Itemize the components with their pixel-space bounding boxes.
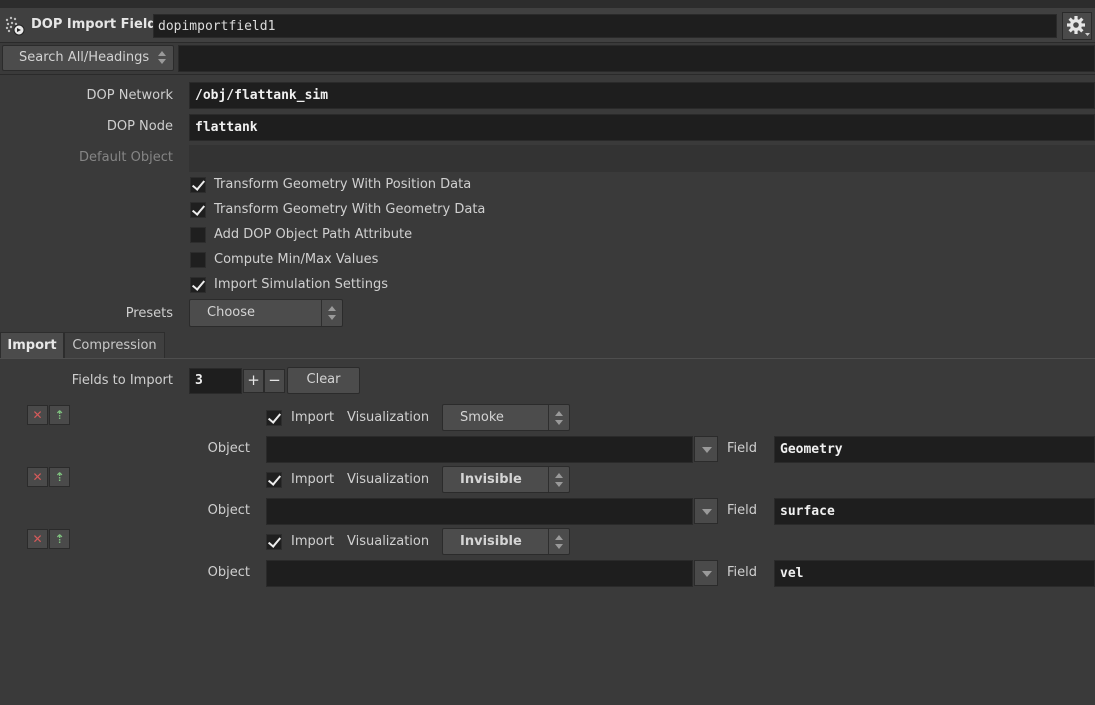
add-field-button[interactable]: + [243, 369, 264, 393]
node-type-label: DOP Import Fields [31, 17, 165, 32]
entry-visualization-value: Smoke [460, 410, 504, 425]
entry-visualization-menu[interactable]: Invisible [442, 466, 570, 493]
entry-visualization-value: Invisible [460, 534, 522, 549]
entry-field-field[interactable]: surface [774, 498, 1095, 525]
tab-import[interactable]: Import [0, 332, 64, 359]
toggle-compute-minmax-label: Compute Min/Max Values [214, 252, 379, 267]
entry-object-field[interactable] [266, 498, 693, 525]
menu-arrows-icon [548, 467, 569, 492]
entry-import-checkbox[interactable] [266, 410, 282, 426]
search-mode-arrows-icon [157, 50, 167, 66]
remove-entry-icon[interactable]: ✕ [27, 529, 48, 549]
move-up-icon[interactable]: ⇡ [49, 529, 70, 549]
toggle-add-path-attr-checkbox[interactable] [190, 227, 206, 243]
toggle-add-path-attr-label: Add DOP Object Path Attribute [214, 227, 413, 242]
entry-field-field[interactable]: Geometry [774, 436, 1095, 463]
menu-arrows-icon [548, 529, 569, 554]
presets-label: Presets [125, 306, 173, 321]
object-dropdown-icon[interactable] [694, 560, 718, 586]
entry-visualization-value: Invisible [460, 472, 522, 487]
dop-network-field[interactable]: /obj/flattank_sim [189, 82, 1095, 109]
presets-value: Choose [207, 305, 255, 320]
menu-arrows-icon [321, 300, 342, 326]
entry-field-label: Field [727, 503, 758, 518]
remove-entry-icon[interactable]: ✕ [27, 467, 48, 487]
entry-import-label: Import [291, 472, 335, 487]
entry-object-field[interactable] [266, 560, 693, 587]
node-type-icon [4, 15, 26, 37]
entry-field-label: Field [727, 565, 758, 580]
entry-object-field[interactable] [266, 436, 693, 463]
entry-import-label: Import [291, 410, 335, 425]
tab-divider [0, 358, 1095, 359]
entry-import-checkbox[interactable] [266, 472, 282, 488]
empty-panel-area [0, 600, 1095, 705]
entry-visualization-menu[interactable]: Smoke [442, 404, 570, 431]
toggle-transform-geometry-checkbox[interactable] [190, 202, 206, 218]
entry-visualization-menu[interactable]: Invisible [442, 528, 570, 555]
entry-visualization-label: Visualization [347, 472, 430, 487]
entry-import-checkbox[interactable] [266, 534, 282, 550]
toggle-transform-position-label: Transform Geometry With Position Data [214, 177, 472, 192]
toggle-import-sim-settings-label: Import Simulation Settings [214, 277, 388, 292]
fields-to-import-label: Fields to Import [71, 373, 173, 388]
move-up-icon[interactable]: ⇡ [49, 405, 70, 425]
toggle-transform-position-checkbox[interactable] [190, 177, 206, 193]
search-input[interactable] [178, 45, 1095, 72]
top-strip [0, 0, 1095, 8]
search-mode-label: Search All/Headings [19, 50, 150, 65]
gear-icon[interactable] [1062, 12, 1092, 40]
node-name-field[interactable]: dopimportfield1 [153, 14, 1057, 38]
remove-field-button[interactable]: − [264, 369, 285, 393]
dop-node-label: DOP Node [106, 119, 173, 134]
entry-field-field[interactable]: vel [774, 560, 1095, 587]
menu-arrows-icon [548, 405, 569, 430]
default-object-field [189, 145, 1095, 172]
toggle-import-sim-settings-checkbox[interactable] [190, 277, 206, 293]
entry-object-label: Object [207, 565, 250, 580]
toggle-compute-minmax-checkbox[interactable] [190, 252, 206, 268]
entry-object-label: Object [207, 503, 250, 518]
object-dropdown-icon[interactable] [694, 436, 718, 462]
entry-field-label: Field [727, 441, 758, 456]
entry-visualization-label: Visualization [347, 534, 430, 549]
dop-network-label: DOP Network [86, 88, 174, 103]
clear-button[interactable]: Clear [287, 367, 360, 394]
move-up-icon[interactable]: ⇡ [49, 467, 70, 487]
entry-object-label: Object [207, 441, 250, 456]
default-object-label: Default Object [79, 150, 173, 165]
entry-visualization-label: Visualization [347, 410, 430, 425]
search-mode-menu[interactable]: Search All/Headings [2, 45, 174, 71]
dop-node-field[interactable]: flattank [189, 114, 1095, 141]
entry-import-label: Import [291, 534, 335, 549]
tab-compression[interactable]: Compression [64, 332, 165, 359]
remove-entry-icon[interactable]: ✕ [27, 405, 48, 425]
toggle-transform-geometry-label: Transform Geometry With Geometry Data [214, 202, 486, 217]
presets-menu[interactable]: Choose [189, 299, 343, 327]
fields-count-field[interactable]: 3 [189, 368, 242, 394]
object-dropdown-icon[interactable] [694, 498, 718, 524]
